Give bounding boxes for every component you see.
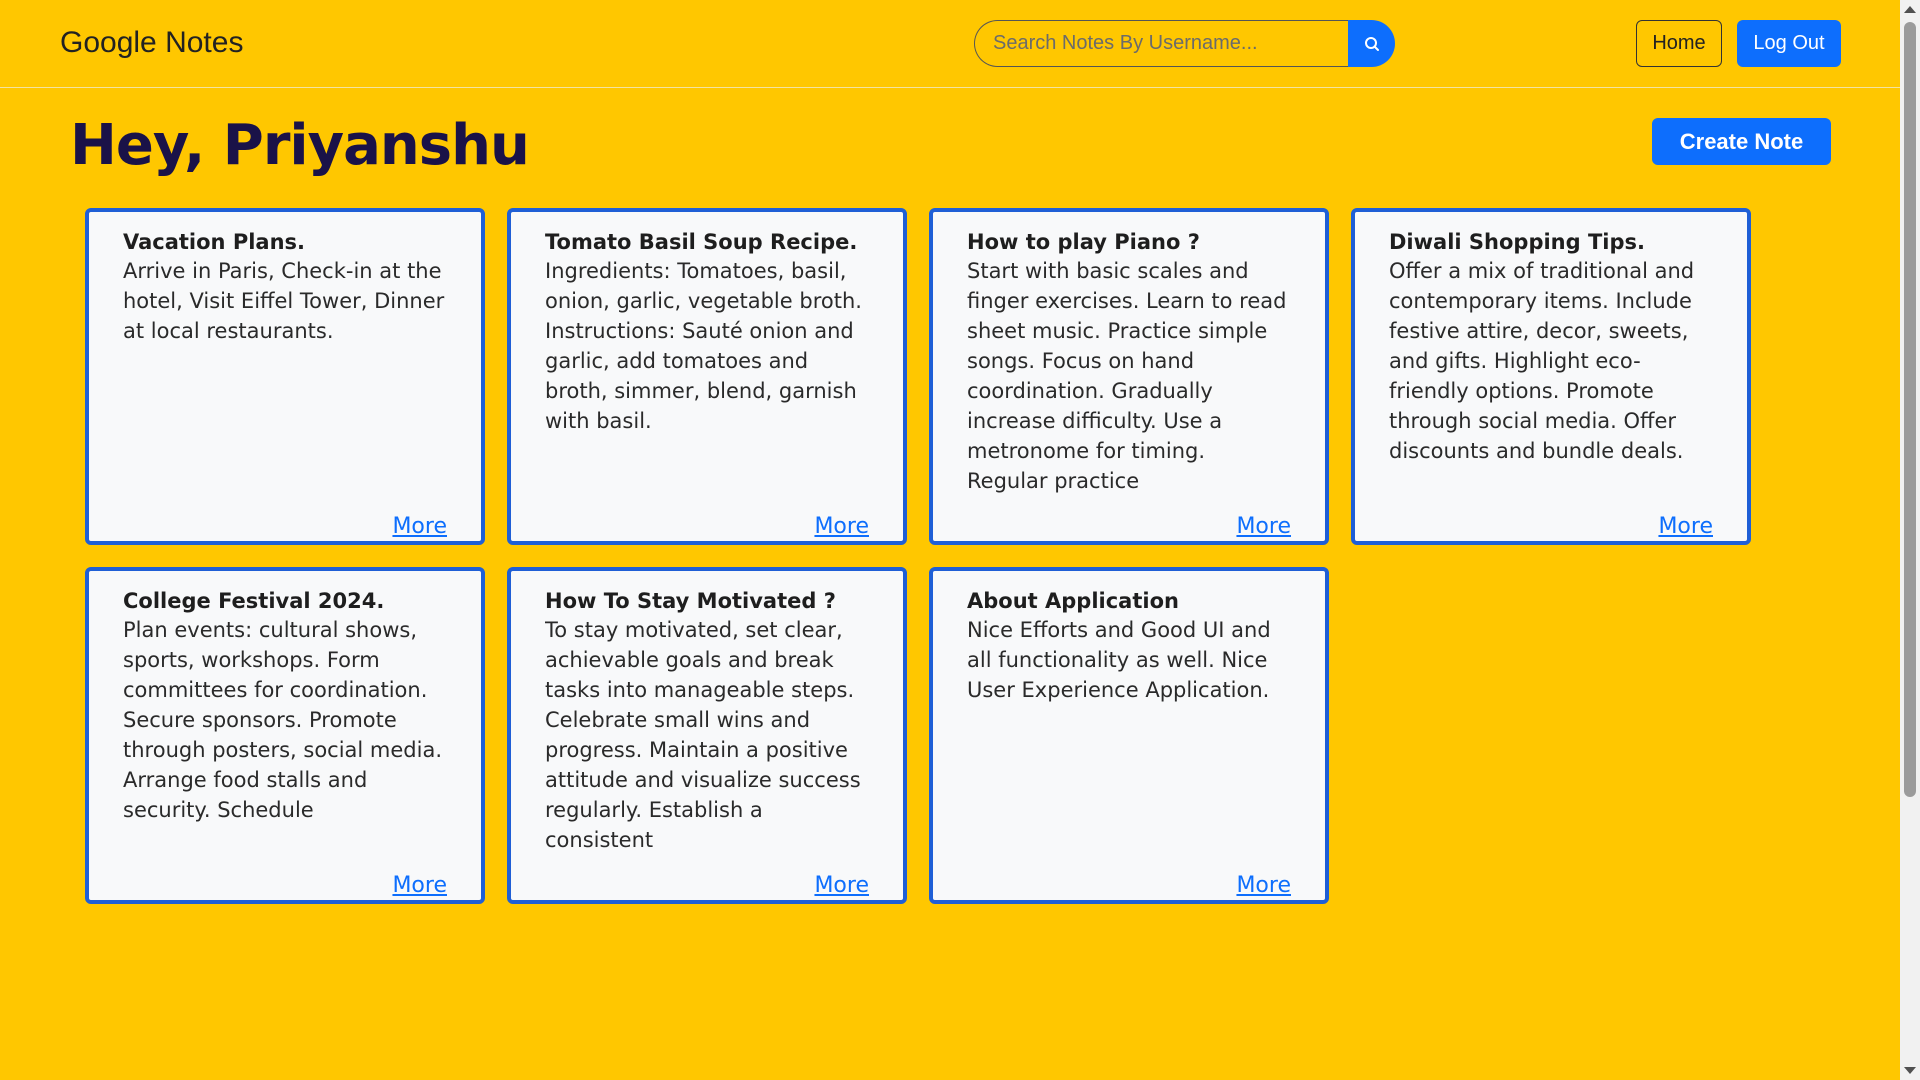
- create-note-button[interactable]: Create Note: [1652, 118, 1831, 165]
- note-card-vacation-plans: Vacation Plans. Arrive in Paris, Check-i…: [85, 208, 485, 545]
- note-more-link[interactable]: More: [1658, 514, 1713, 539]
- note-body: Start with basic scales and finger exerc…: [967, 259, 1287, 493]
- note-card-diwali-shopping: Diwali Shopping Tips. Offer a mix of tra…: [1351, 208, 1751, 545]
- scroll-up-arrow-icon[interactable]: [1904, 6, 1916, 13]
- note-card-stay-motivated: How To Stay Motivated ? To stay motivate…: [507, 567, 907, 904]
- note-title: College Festival 2024.: [123, 589, 385, 613]
- search-icon: [1364, 36, 1379, 51]
- scrollbar-thumb[interactable]: [1904, 22, 1916, 797]
- note-card-piano: How to play Piano ? Start with basic sca…: [929, 208, 1329, 545]
- note-more-link[interactable]: More: [392, 873, 447, 898]
- note-body: To stay motivated, set clear, achievable…: [545, 618, 861, 852]
- note-card-tomato-basil-soup: Tomato Basil Soup Recipe. Ingredients: T…: [507, 208, 907, 545]
- scroll-down-arrow-icon[interactable]: [1904, 1067, 1916, 1074]
- navbar: Google Notes Home Log Out: [0, 0, 1900, 88]
- note-title: Diwali Shopping Tips.: [1389, 230, 1645, 254]
- note-title: How to play Piano ?: [967, 230, 1200, 254]
- note-card-about-application: About Application Nice Efforts and Good …: [929, 567, 1329, 904]
- note-more-link[interactable]: More: [814, 873, 869, 898]
- note-body: Plan events: cultural shows, sports, wor…: [123, 618, 443, 822]
- note-card-college-festival: College Festival 2024. Plan events: cult…: [85, 567, 485, 904]
- search-form: [974, 20, 1395, 67]
- note-more-link[interactable]: More: [1236, 873, 1291, 898]
- search-input[interactable]: [974, 20, 1348, 67]
- note-body: Nice Efforts and Good UI and all functio…: [967, 618, 1271, 702]
- home-button[interactable]: Home: [1636, 20, 1722, 67]
- note-more-link[interactable]: More: [392, 514, 447, 539]
- note-body: Arrive in Paris, Check-in at the hotel, …: [123, 259, 445, 343]
- brand-logo[interactable]: Google Notes: [60, 26, 243, 60]
- vertical-scrollbar[interactable]: [1900, 0, 1920, 1080]
- notes-grid: Vacation Plans. Arrive in Paris, Check-i…: [85, 208, 1751, 904]
- note-body: Offer a mix of traditional and contempor…: [1389, 259, 1695, 463]
- logout-button[interactable]: Log Out: [1737, 20, 1841, 67]
- note-title: About Application: [967, 589, 1179, 613]
- note-title: Vacation Plans.: [123, 230, 306, 254]
- note-more-link[interactable]: More: [814, 514, 869, 539]
- note-title: Tomato Basil Soup Recipe.: [545, 230, 858, 254]
- search-button[interactable]: [1348, 20, 1395, 67]
- note-more-link[interactable]: More: [1236, 514, 1291, 539]
- note-title: How To Stay Motivated ?: [545, 589, 836, 613]
- page-greeting: Hey, Priyanshu: [70, 113, 530, 178]
- note-body: Ingredients: Tomatoes, basil, onion, gar…: [545, 259, 862, 433]
